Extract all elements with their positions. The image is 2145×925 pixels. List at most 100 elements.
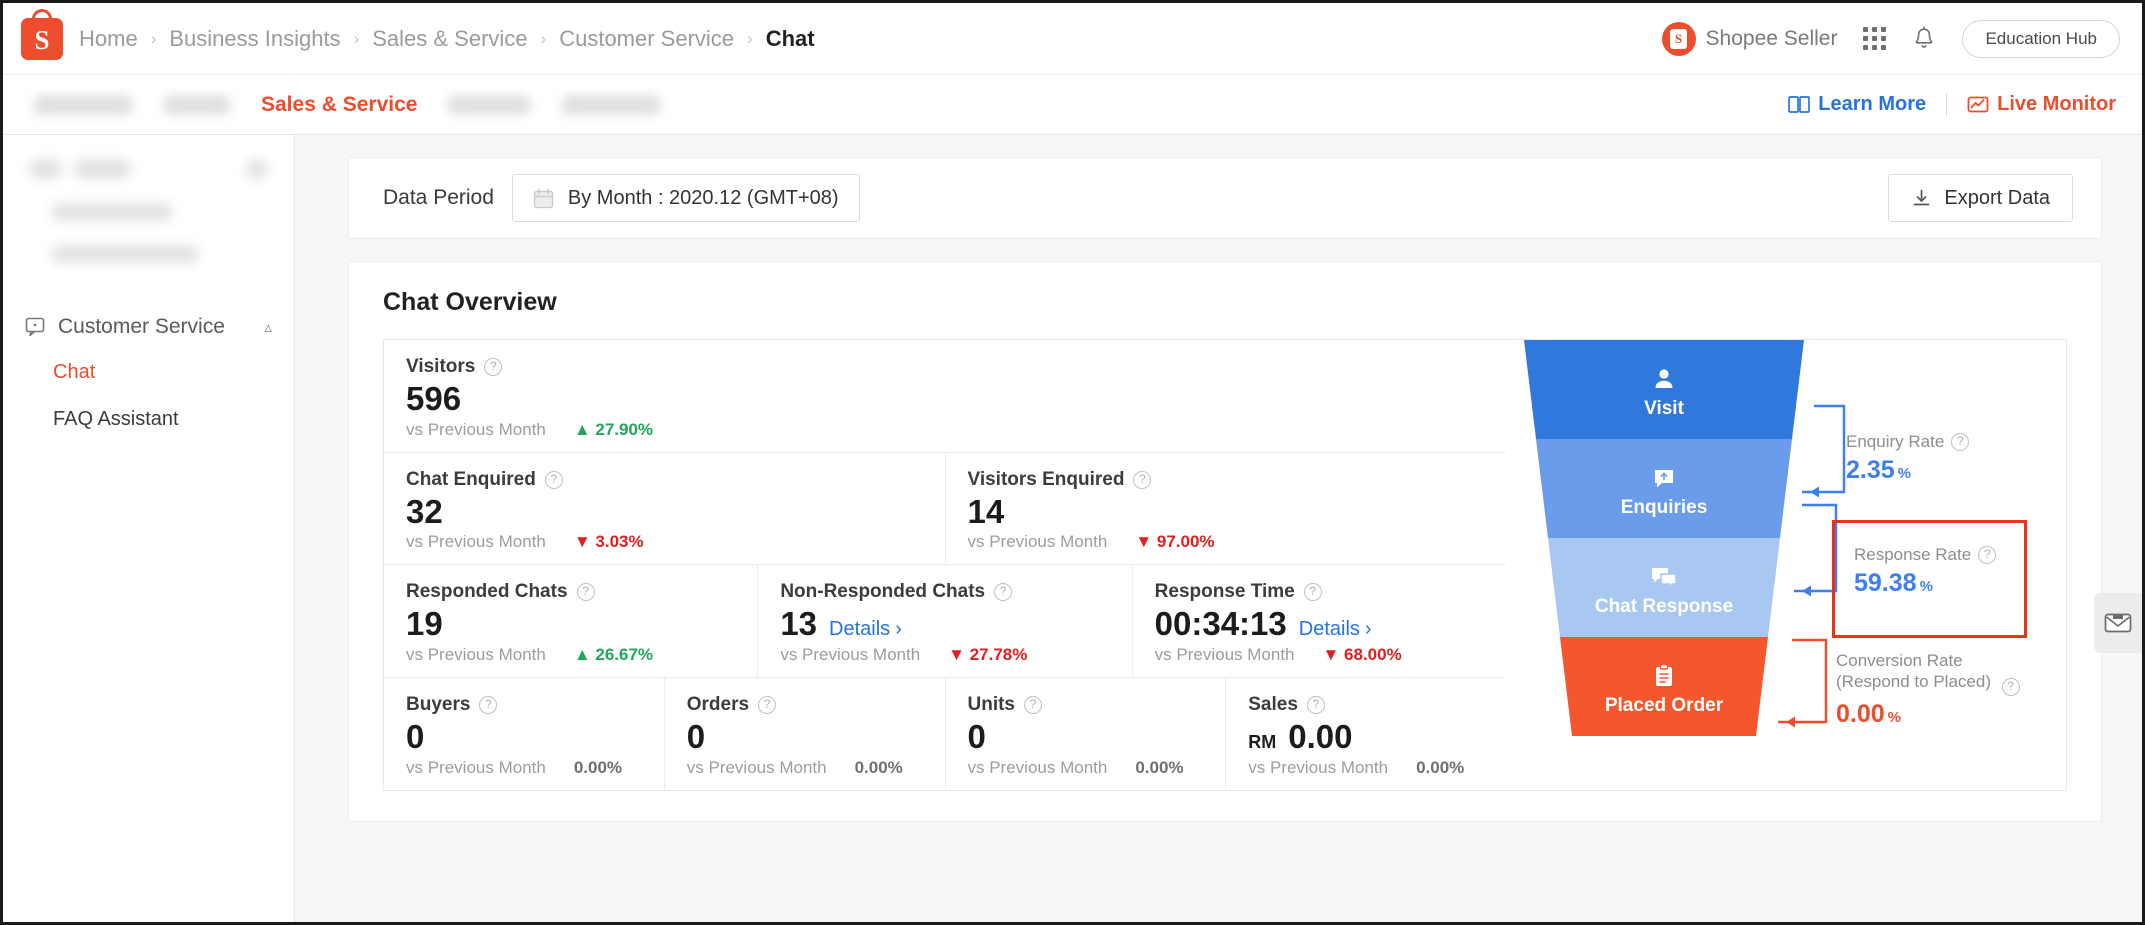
apps-grid-icon[interactable] (1863, 27, 1887, 50)
help-icon[interactable]: ? (994, 583, 1013, 602)
mail-side-tab[interactable] (2094, 593, 2142, 653)
help-icon[interactable]: ? (1133, 470, 1152, 489)
nav-item-redacted-4[interactable] (561, 94, 662, 115)
data-period-bar: Data Period By Month : 2020.12 (GMT+08) … (348, 157, 2102, 239)
funnel-label-enquiries: Enquiries (1524, 465, 1804, 519)
metric-comparison-label: vs Previous Month (406, 757, 546, 777)
metric-card-orders: Orders? 0 vs Previous Month 0.00% (665, 677, 946, 790)
breadcrumb-separator: › (747, 28, 753, 48)
metric-value: 0 (406, 717, 425, 755)
clipboard-icon (1656, 663, 1672, 686)
metric-currency: RM (1248, 731, 1277, 752)
metric-comparison-label: vs Previous Month (406, 532, 546, 552)
enquiry-rate-value: 2.35% (1846, 456, 1912, 484)
help-icon[interactable]: ? (1951, 433, 1970, 451)
sidebar-item-chat[interactable]: Chat (3, 349, 294, 396)
metric-value-row: RM 0.00 (1248, 719, 1506, 755)
sidebar-redacted-item-1[interactable] (3, 191, 294, 233)
metric-details-link[interactable]: Details › (829, 618, 902, 641)
nav-item-redacted-0[interactable] (33, 94, 133, 115)
breadcrumb-item-customer-service[interactable]: Customer Service (559, 26, 734, 52)
learn-more-link[interactable]: Learn More (1788, 93, 1926, 116)
metric-name: Visitors (406, 356, 476, 377)
help-icon[interactable]: ? (1024, 695, 1042, 714)
sidebar-group-customer-service[interactable]: Customer Service ▵ (3, 305, 294, 349)
metric-comparison-label: vs Previous Month (406, 644, 546, 664)
metric-footer: vs Previous Month 0.00% (687, 758, 945, 778)
metric-footer: vs Previous Month ▲ 27.90% (406, 420, 653, 440)
metric-comparison-label: vs Previous Month (967, 532, 1108, 552)
logo-handle (32, 8, 52, 27)
breadcrumb-item-sales-service[interactable]: Sales & Service (372, 26, 527, 52)
sidebar-item-faq-assistant[interactable]: FAQ Assistant (3, 396, 294, 443)
bell-icon[interactable] (1912, 25, 1936, 52)
metric-delta: 0.00% (1135, 757, 1184, 777)
metric-footer: vs Previous Month ▼ 97.00% (968, 532, 1507, 552)
metric-value-row: 0 (686, 717, 945, 755)
shopee-logo-icon[interactable]: S (21, 8, 63, 60)
metric-header: Response Time? (1155, 581, 1506, 603)
main-content: Data Period By Month : 2020.12 (GMT+08) … (295, 135, 2142, 922)
sidebar-group-label: Customer Service (58, 315, 225, 338)
metric-comparison-label: vs Previous Month (1154, 644, 1295, 664)
calendar-icon (533, 188, 554, 209)
help-icon[interactable]: ? (484, 358, 503, 376)
help-icon[interactable]: ? (1978, 546, 1997, 564)
metric-details-link[interactable]: Details › (1299, 618, 1372, 641)
seller-badge[interactable]: S Shopee Seller (1661, 21, 1838, 56)
breadcrumb-item-business-insights[interactable]: Business Insights (169, 26, 340, 52)
metric-value: 19 (406, 605, 443, 643)
response-rate-annotation: Response Rate ? 59.38% (1854, 545, 1997, 598)
funnel-stage-label: Chat Response (1594, 596, 1734, 617)
education-hub-button[interactable]: Education Hub (1962, 19, 2120, 58)
metric-delta: ▼ 3.03% (573, 532, 644, 552)
secondary-navbar: Sales & Service Learn More Live Monitor (3, 75, 2142, 135)
metric-delta: 0.00% (854, 757, 903, 777)
response-rate-value: 59.38% (1854, 569, 1933, 597)
metric-card-visitors: Visitors? 596 vs Previous Month ▲ 27.90% (384, 340, 653, 452)
sidebar-redacted-item-2[interactable] (3, 233, 294, 275)
sidebar-submenu: Chat FAQ Assistant (3, 349, 294, 443)
metric-card-sales: Sales? RM 0.00 vs Previous Month 0.00% (1226, 678, 1506, 790)
metric-delta: ▼ 68.00% (1322, 644, 1402, 664)
metric-delta: ▼ 97.00% (1135, 532, 1215, 552)
nav-item-redacted-3[interactable] (447, 94, 532, 115)
nav-items: Sales & Service (33, 93, 662, 117)
metrics-grid: Visitors? 596 vs Previous Month ▲ 27.90% Cha… (384, 340, 1506, 790)
help-icon[interactable]: ? (758, 695, 777, 714)
metric-name: Responded Chats (406, 581, 568, 603)
metric-card-responded-chats: Responded Chats? 19 vs Previous Month ▲ 26.… (384, 565, 759, 677)
metric-comparison-label: vs Previous Month (686, 757, 827, 777)
period-selector[interactable]: By Month : 2020.12 (GMT+08) (511, 174, 860, 222)
metrics-row: Buyers? 0 vs Previous Month 0.00% Orders? 0 vs… (384, 677, 1506, 790)
chevron-right-icon: › (1364, 618, 1372, 641)
help-icon[interactable]: ? (479, 695, 498, 714)
page-title: Chat Overview (383, 288, 557, 316)
download-icon (1914, 189, 1930, 205)
metric-comparison-label: vs Previous Month (406, 419, 546, 439)
sidebar-redacted-text-1 (51, 203, 173, 221)
help-icon[interactable]: ? (1306, 695, 1325, 714)
metric-value-row: 0 (406, 717, 664, 755)
nav-item-sales-service[interactable]: Sales & Service (261, 93, 417, 117)
metric-header: Visitors? (406, 356, 653, 378)
help-icon[interactable]: ? (576, 583, 595, 602)
live-monitor-icon (1967, 96, 1989, 113)
metric-comparison-label: vs Previous Month (780, 644, 921, 664)
seller-name: Shopee Seller (1705, 26, 1838, 50)
metric-footer: vs Previous Month 0.00% (406, 758, 664, 778)
metric-comparison-label: vs Previous Month (1248, 757, 1389, 777)
live-monitor-link[interactable]: Live Monitor (1967, 93, 2116, 116)
help-icon[interactable]: ? (544, 470, 563, 489)
metric-delta: ▲ 27.90% (573, 419, 654, 439)
metrics-row: Responded Chats? 19 vs Previous Month ▲ 26.… (384, 565, 1506, 678)
chevron-up-icon[interactable]: ▵ (264, 318, 272, 336)
help-icon[interactable]: ? (2001, 678, 2020, 697)
breadcrumb-item-home[interactable]: Home (79, 26, 138, 52)
metric-value: 0 (686, 717, 706, 755)
metric-card-units: Units? 0 vs Previous Month 0.00% (946, 677, 1227, 790)
metric-name: Response Time (1154, 581, 1295, 603)
help-icon[interactable]: ? (1303, 583, 1322, 602)
export-data-button[interactable]: Export Data (1888, 174, 2073, 222)
nav-item-redacted-1[interactable] (163, 94, 231, 115)
